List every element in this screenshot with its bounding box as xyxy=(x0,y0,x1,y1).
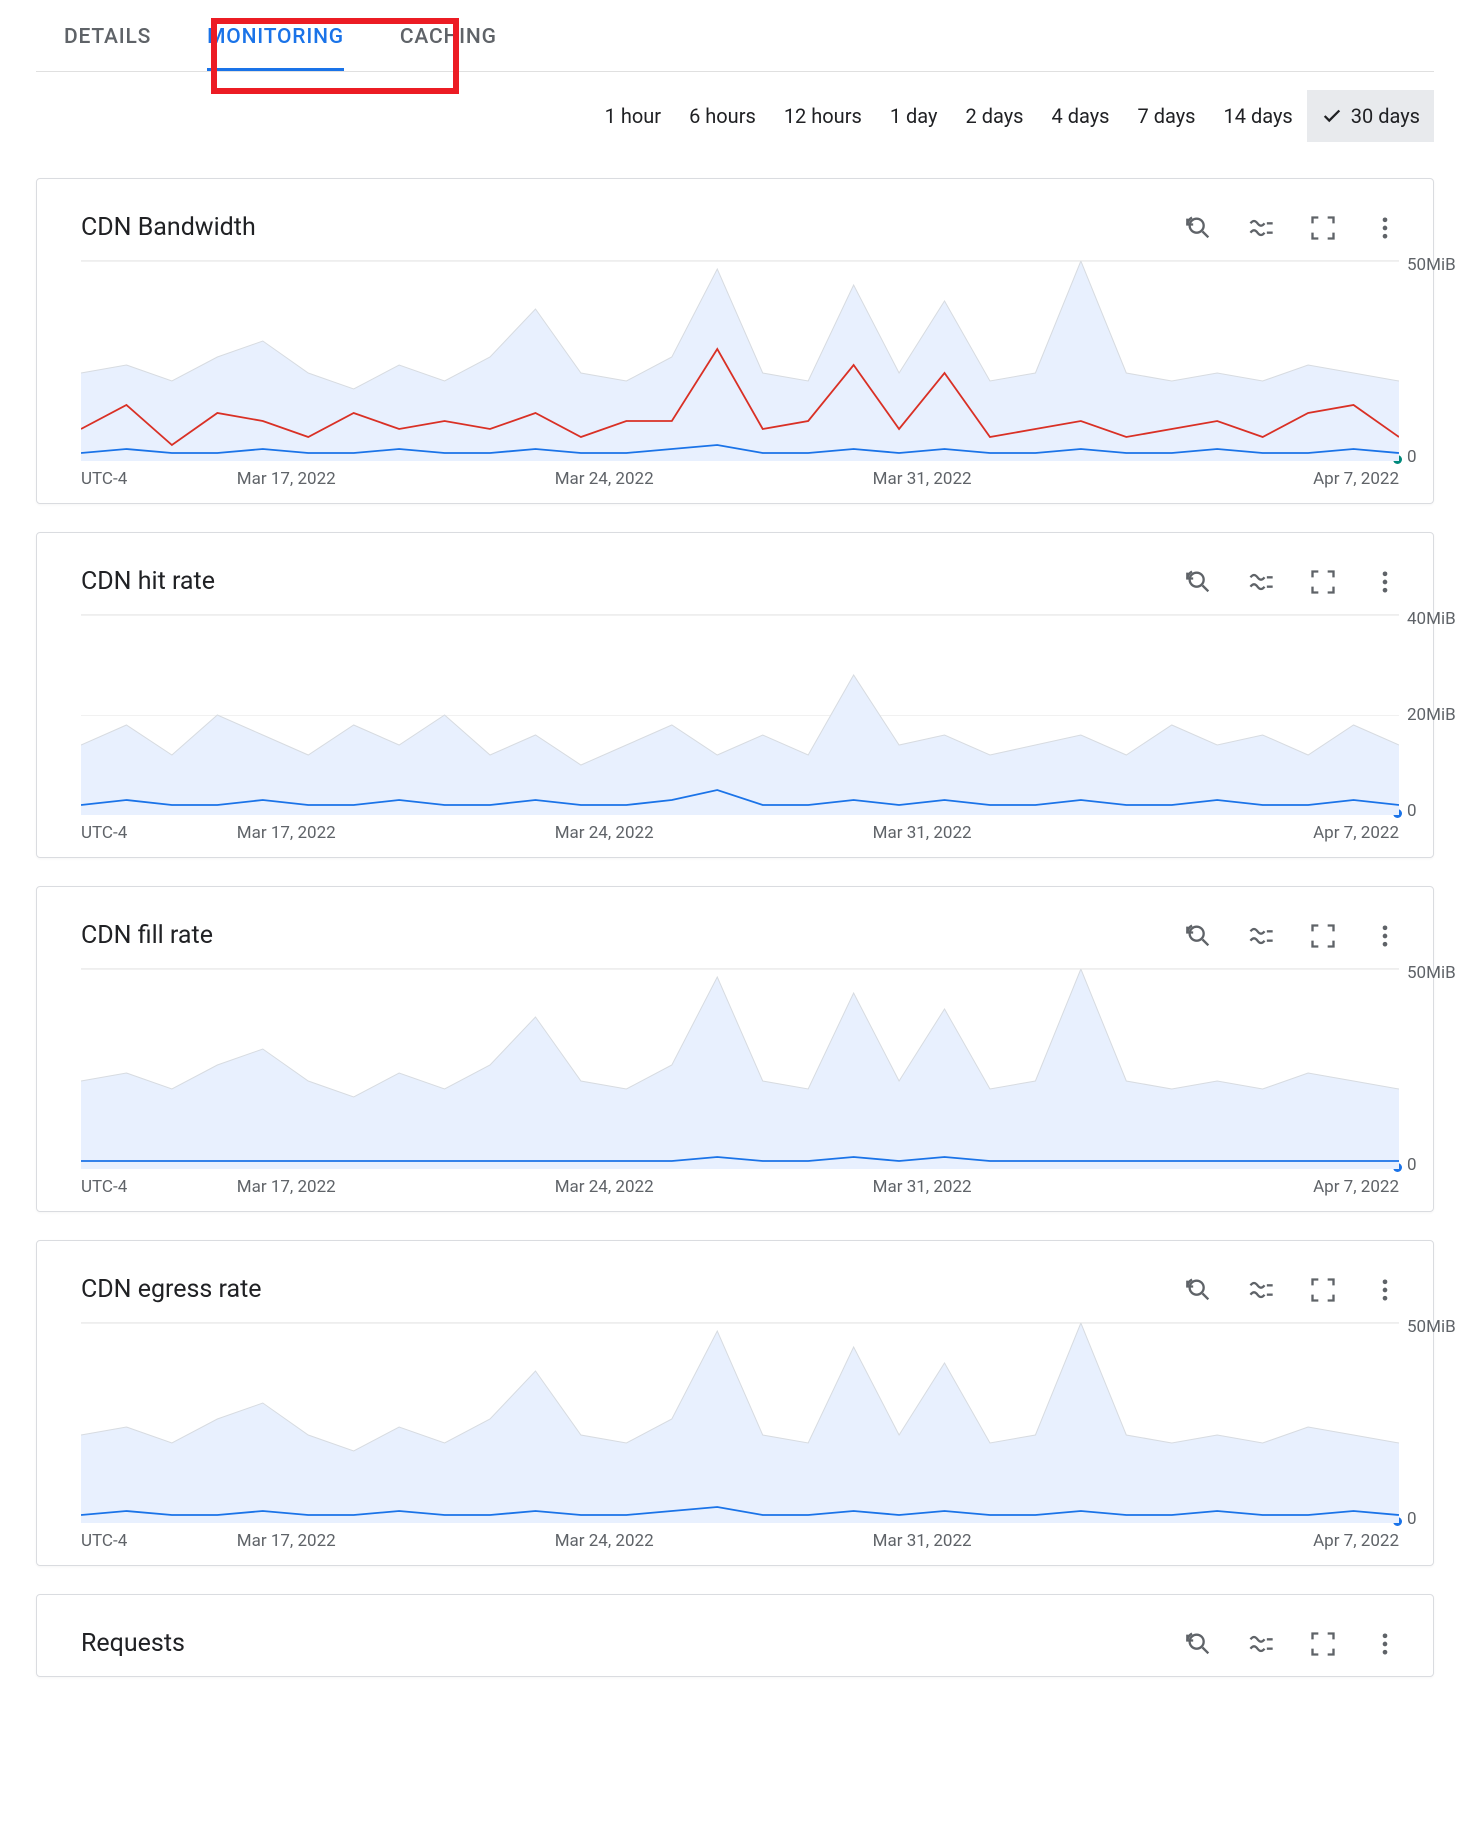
x-axis-tz: UTC-4 xyxy=(81,823,127,843)
time-range-14d[interactable]: 14 days xyxy=(1210,90,1307,142)
tab-caching[interactable]: CACHING xyxy=(372,25,525,71)
chart-title: CDN hit rate xyxy=(81,567,215,596)
x-axis: UTC-4 Mar 17, 2022 Mar 24, 2022 Mar 31, … xyxy=(81,1169,1399,1201)
more-icon[interactable] xyxy=(1371,568,1399,596)
y-axis-max: 50MiB xyxy=(1407,963,1456,983)
y-axis-mid: 20MiB xyxy=(1407,705,1456,725)
y-axis-max: 50MiB xyxy=(1407,255,1456,275)
legend-icon[interactable] xyxy=(1247,568,1275,596)
x-axis-tz: UTC-4 xyxy=(81,1177,127,1197)
chart-canvas[interactable]: 50MiB 0 xyxy=(81,1323,1399,1523)
chart-title: Requests xyxy=(81,1629,185,1658)
y-axis-min: 0 xyxy=(1407,1509,1417,1529)
reset-zoom-icon[interactable] xyxy=(1185,1630,1213,1658)
chart-card-hitrate: CDN hit rate 40MiB 20MiB 0 UTC-4 Mar 17,… xyxy=(36,532,1434,858)
time-range-selector: 1 hour 6 hours 12 hours 1 day 2 days 4 d… xyxy=(36,72,1434,150)
x-axis: UTC-4 Mar 17, 2022 Mar 24, 2022 Mar 31, … xyxy=(81,815,1399,847)
time-range-7d[interactable]: 7 days xyxy=(1124,90,1210,142)
x-axis-tz: UTC-4 xyxy=(81,469,127,489)
time-range-2d[interactable]: 2 days xyxy=(952,90,1038,142)
reset-zoom-icon[interactable] xyxy=(1185,922,1213,950)
y-axis-max: 40MiB xyxy=(1407,609,1456,629)
more-icon[interactable] xyxy=(1371,1276,1399,1304)
chart-title: CDN fill rate xyxy=(81,921,213,950)
more-icon[interactable] xyxy=(1371,214,1399,242)
time-range-1d[interactable]: 1 day xyxy=(876,90,952,142)
more-icon[interactable] xyxy=(1371,1630,1399,1658)
legend-icon[interactable] xyxy=(1247,922,1275,950)
chart-title: CDN egress rate xyxy=(81,1275,262,1304)
tab-monitoring[interactable]: MONITORING xyxy=(179,25,372,71)
x-axis: UTC-4 Mar 17, 2022 Mar 24, 2022 Mar 31, … xyxy=(81,461,1399,493)
fullscreen-icon[interactable] xyxy=(1309,1276,1337,1304)
time-range-12h[interactable]: 12 hours xyxy=(770,90,876,142)
y-axis-min: 0 xyxy=(1407,801,1417,821)
tab-details[interactable]: DETAILS xyxy=(36,25,179,71)
x-axis: UTC-4 Mar 17, 2022 Mar 24, 2022 Mar 31, … xyxy=(81,1523,1399,1555)
check-icon xyxy=(1321,105,1343,127)
reset-zoom-icon[interactable] xyxy=(1185,568,1213,596)
tab-bar: DETAILS MONITORING CACHING xyxy=(36,0,1434,72)
x-axis-tz: UTC-4 xyxy=(81,1531,127,1551)
legend-icon[interactable] xyxy=(1247,214,1275,242)
chart-title: CDN Bandwidth xyxy=(81,213,256,242)
fullscreen-icon[interactable] xyxy=(1309,568,1337,596)
y-axis-min: 0 xyxy=(1407,447,1417,467)
legend-icon[interactable] xyxy=(1247,1630,1275,1658)
chart-canvas[interactable]: 40MiB 20MiB 0 xyxy=(81,615,1399,815)
time-range-4d[interactable]: 4 days xyxy=(1038,90,1124,142)
time-range-30d[interactable]: 30 days xyxy=(1307,90,1434,142)
chart-card-bandwidth: CDN Bandwidth 50MiB 0 UTC-4 Mar 17, 2022… xyxy=(36,178,1434,504)
more-icon[interactable] xyxy=(1371,922,1399,950)
reset-zoom-icon[interactable] xyxy=(1185,1276,1213,1304)
fullscreen-icon[interactable] xyxy=(1309,922,1337,950)
time-range-6h[interactable]: 6 hours xyxy=(675,90,770,142)
chart-canvas[interactable]: 50MiB 0 xyxy=(81,969,1399,1169)
legend-icon[interactable] xyxy=(1247,1276,1275,1304)
chart-card-fillrate: CDN fill rate 50MiB 0 UTC-4 Mar 17, 2022… xyxy=(36,886,1434,1212)
y-axis-min: 0 xyxy=(1407,1155,1417,1175)
chart-canvas[interactable]: 50MiB 0 xyxy=(81,261,1399,461)
chart-card-egress: CDN egress rate 50MiB 0 UTC-4 Mar 17, 20… xyxy=(36,1240,1434,1566)
reset-zoom-icon[interactable] xyxy=(1185,214,1213,242)
fullscreen-icon[interactable] xyxy=(1309,214,1337,242)
time-range-1h[interactable]: 1 hour xyxy=(591,90,675,142)
y-axis-max: 50MiB xyxy=(1407,1317,1456,1337)
chart-card-requests: Requests xyxy=(36,1594,1434,1677)
fullscreen-icon[interactable] xyxy=(1309,1630,1337,1658)
